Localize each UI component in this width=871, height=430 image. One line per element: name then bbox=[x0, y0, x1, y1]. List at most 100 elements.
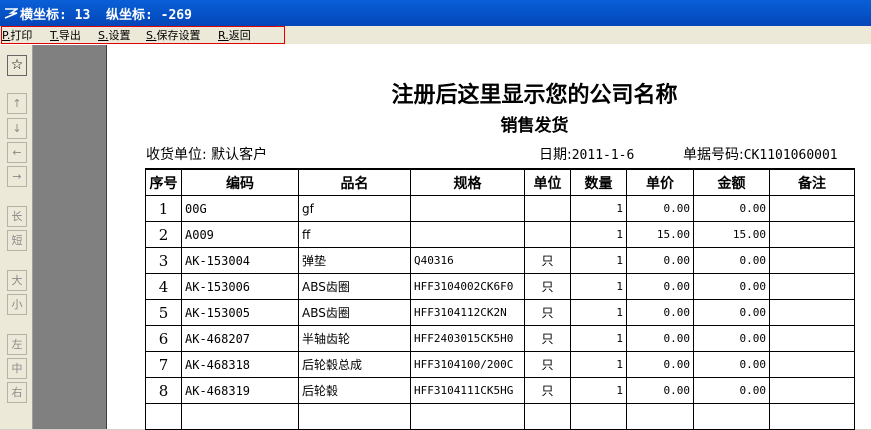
cell-qty: 1 bbox=[570, 299, 627, 326]
cell-name: gf bbox=[298, 195, 411, 222]
table-row: 4 AK-153006 ABS齿圈 HFF3104002CK6F0 只 1 0.00 0.00 bbox=[145, 273, 855, 300]
cell-empty bbox=[298, 403, 411, 430]
move-down-button[interactable]: ↓ bbox=[7, 118, 27, 139]
cell-price: 15.00 bbox=[626, 221, 694, 248]
cell-qty: 1 bbox=[570, 195, 627, 222]
print-preview-page: 注册后这里显示您的公司名称 销售发货 收货单位: 默认客户 日期:2011-1-… bbox=[106, 45, 871, 430]
date-label: 日期: bbox=[539, 147, 572, 163]
cell-name: ff bbox=[298, 221, 411, 248]
cell-amount: 0.00 bbox=[693, 299, 770, 326]
cell-note bbox=[769, 377, 855, 404]
menu-return[interactable]: R.返回 bbox=[218, 27, 251, 43]
cell-amount: 0.00 bbox=[693, 351, 770, 378]
move-up-button[interactable]: ↑ bbox=[7, 93, 27, 114]
menu-bar: P.打印 T.导出 S.设置 S.保存设置 R.返回 bbox=[0, 26, 871, 45]
menu-print[interactable]: P.打印 bbox=[2, 27, 32, 43]
col-header-note: 备注 bbox=[769, 168, 855, 196]
cell-amount: 0.00 bbox=[693, 273, 770, 300]
cell-qty: 1 bbox=[570, 351, 627, 378]
cell-code: A009 bbox=[181, 221, 299, 248]
cell-name: 半轴齿轮 bbox=[298, 325, 411, 352]
cell-price: 0.00 bbox=[626, 273, 694, 300]
title-bar: 横坐标: 13 纵坐标: -269 bbox=[0, 0, 871, 26]
cell-name: 后轮毂 bbox=[298, 377, 411, 404]
cell-no: 5 bbox=[145, 299, 182, 326]
move-left-button[interactable]: ← bbox=[7, 142, 27, 163]
cell-amount: 15.00 bbox=[693, 221, 770, 248]
enlarge-button[interactable]: 大 bbox=[7, 270, 27, 291]
cell-price: 0.00 bbox=[626, 247, 694, 274]
docno-value: CK1101060001 bbox=[743, 148, 838, 163]
cell-price: 0.00 bbox=[626, 325, 694, 352]
cell-amount: 0.00 bbox=[693, 377, 770, 404]
cell-spec: Q40316 bbox=[410, 247, 525, 274]
lengthen-button[interactable]: 长 bbox=[7, 206, 27, 227]
col-header-amount: 金额 bbox=[693, 168, 770, 196]
cell-qty: 1 bbox=[570, 377, 627, 404]
cell-empty bbox=[626, 403, 694, 430]
receiver-field: 收货单位: 默认客户 bbox=[146, 144, 267, 164]
cell-qty: 1 bbox=[570, 247, 627, 274]
cell-spec: HFF3104002CK6F0 bbox=[410, 273, 525, 300]
cell-code: AK-468319 bbox=[181, 377, 299, 404]
col-header-unit: 单位 bbox=[524, 168, 571, 196]
table-row-empty bbox=[145, 403, 855, 430]
table-row: 5 AK-153005 ABS齿圈 HFF3104112CK2N 只 1 0.00 0.00 bbox=[145, 299, 855, 326]
table-row: 6 AK-468207 半轴齿轮 HFF2403015CK5H0 只 1 0.00 0.00 bbox=[145, 325, 855, 352]
align-center-button[interactable]: 中 bbox=[7, 358, 27, 379]
cell-price: 0.00 bbox=[626, 377, 694, 404]
cell-price: 0.00 bbox=[626, 299, 694, 326]
date-value: 2011-1-6 bbox=[571, 148, 635, 163]
col-header-no: 序号 bbox=[145, 168, 182, 196]
cell-spec bbox=[410, 221, 525, 248]
cell-no: 2 bbox=[145, 221, 182, 248]
cell-no: 6 bbox=[145, 325, 182, 352]
docno-label: 单据号码: bbox=[683, 147, 744, 163]
col-header-qty: 数量 bbox=[570, 168, 627, 196]
cell-note bbox=[769, 221, 855, 248]
cell-unit: 只 bbox=[524, 351, 571, 378]
cell-note bbox=[769, 247, 855, 274]
table-header-row: 序号 编码 品名 规格 单位 数量 单价 金额 备注 bbox=[145, 168, 855, 196]
align-right-button[interactable]: 右 bbox=[7, 382, 27, 403]
cell-qty: 1 bbox=[570, 273, 627, 300]
cell-qty: 1 bbox=[570, 221, 627, 248]
cell-note bbox=[769, 195, 855, 222]
cell-price: 0.00 bbox=[626, 351, 694, 378]
cell-spec: HFF2403015CK5H0 bbox=[410, 325, 525, 352]
cell-qty: 1 bbox=[570, 325, 627, 352]
cell-empty bbox=[181, 403, 299, 430]
cell-no: 3 bbox=[145, 247, 182, 274]
cell-note bbox=[769, 299, 855, 326]
move-right-button[interactable]: → bbox=[7, 166, 27, 187]
cell-no: 7 bbox=[145, 351, 182, 378]
cell-amount: 0.00 bbox=[693, 247, 770, 274]
cell-code: AK-153006 bbox=[181, 273, 299, 300]
col-header-code: 编码 bbox=[181, 168, 299, 196]
shorten-button[interactable]: 短 bbox=[7, 230, 27, 251]
star-icon[interactable]: ☆ bbox=[7, 55, 27, 76]
menu-settings[interactable]: S.设置 bbox=[98, 27, 130, 43]
items-table: 序号 编码 品名 规格 单位 数量 单价 金额 备注 1 00G gf 1 0.00 0.… bbox=[145, 168, 855, 430]
table-row: 2 A009 ff 1 15.00 15.00 bbox=[145, 221, 855, 248]
app-icon bbox=[4, 6, 20, 20]
cell-unit: 只 bbox=[524, 377, 571, 404]
col-header-price: 单价 bbox=[626, 168, 694, 196]
cell-amount: 0.00 bbox=[693, 325, 770, 352]
window-title: 横坐标: 13 纵坐标: -269 bbox=[20, 8, 192, 23]
cell-amount: 0.00 bbox=[693, 195, 770, 222]
date-field: 日期:2011-1-6 bbox=[539, 144, 634, 164]
cell-no: 8 bbox=[145, 377, 182, 404]
menu-export[interactable]: T.导出 bbox=[50, 27, 81, 43]
cell-empty bbox=[570, 403, 627, 430]
cell-code: AK-153005 bbox=[181, 299, 299, 326]
table-row: 8 AK-468319 后轮毂 HFF3104111CK5HG 只 1 0.00 0.00 bbox=[145, 377, 855, 404]
shrink-button[interactable]: 小 bbox=[7, 294, 27, 315]
cell-unit: 只 bbox=[524, 325, 571, 352]
cell-code: AK-468207 bbox=[181, 325, 299, 352]
menu-save-settings[interactable]: S.保存设置 bbox=[146, 27, 200, 43]
align-left-button[interactable]: 左 bbox=[7, 334, 27, 355]
cell-spec: HFF3104111CK5HG bbox=[410, 377, 525, 404]
cell-spec: HFF3104100/200C bbox=[410, 351, 525, 378]
table-row: 3 AK-153004 弹垫 Q40316 只 1 0.00 0.00 bbox=[145, 247, 855, 274]
